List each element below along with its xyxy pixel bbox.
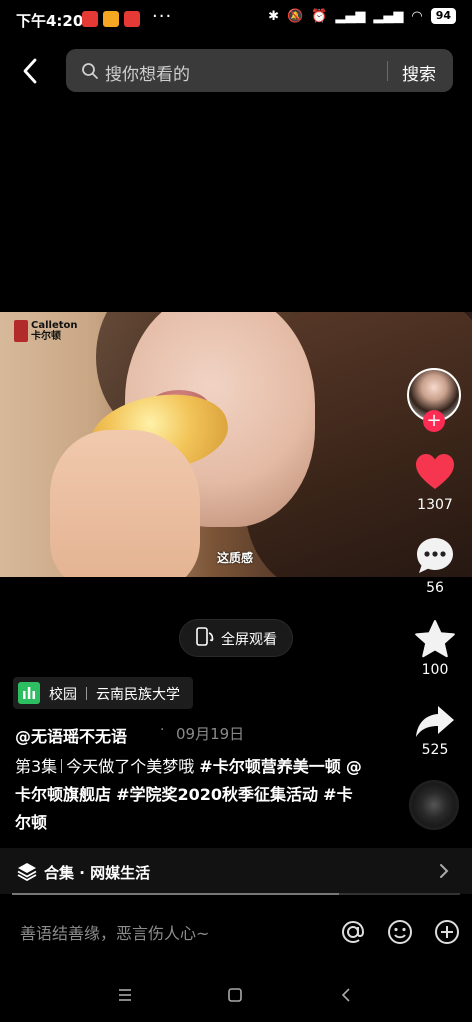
signal-icon-2: ▂▄▆ [373,8,404,24]
hashtag-link[interactable]: #卡尔顿营养美一顿 [199,757,340,776]
episode-label[interactable]: 第3集 [15,757,57,776]
more-notifications-icon: ··· [152,6,173,27]
meta-dot: · [160,722,165,738]
share-count: 525 [421,742,449,758]
wifi-icon: ◠ [411,8,423,24]
comment-input[interactable]: 善语结善缘，恶言伤人心~ [20,920,209,944]
location-type: 校园 [49,687,77,703]
status-bar: 下午4:20 ··· ✱ 🔕 ⏰ ▂▄▆ ▂▄▆ ◠ 94 [0,0,472,40]
author-name[interactable]: @无语瑶不无语 [15,723,127,747]
location-name: 云南民族大学 [96,687,180,703]
post-description: 第3集 今天做了个美梦哦 #卡尔顿营养美一顿 @卡尔顿旗舰店 #学院奖2020秋季… [15,753,365,837]
search-icon [82,63,98,79]
mention-at-icon[interactable] [338,917,368,947]
video-player[interactable]: Calleton 卡尔顿 这质感 [0,312,472,577]
app-icon-1 [82,11,98,27]
description-text: 今天做了个美梦哦 [66,757,195,776]
notification-app-icons [82,11,140,27]
campus-icon [18,682,40,704]
share-arrow-icon[interactable] [413,700,457,744]
add-circle-icon[interactable] [432,917,462,947]
like-count: 1307 [417,497,453,513]
bluetooth-icon: ✱ [268,8,279,24]
search-divider [387,61,388,81]
battery-level: 94 [430,8,456,24]
back-arrow-icon[interactable] [16,56,46,86]
favorite-star-icon[interactable] [413,618,457,662]
collection-label: 合集 · 网媒生活 [44,864,151,882]
video-subtitle: 这质感 [217,551,254,565]
video-progress-fill [12,893,340,895]
favorite-count: 100 [421,662,449,678]
comment-icon[interactable] [413,534,457,578]
hashtag-link[interactable]: #学院奖2020秋季征集活动 [116,785,318,804]
system-nav-bar [0,970,472,1022]
alarm-icon: ⏰ [311,8,328,24]
brand-emblem-icon [14,320,28,342]
brand-logo: Calleton 卡尔顿 [14,320,78,342]
menu-icon[interactable] [116,986,134,1004]
app-icon-2 [103,11,119,27]
system-icons: ✱ 🔕 ⏰ ▂▄▆ ▂▄▆ ◠ 94 [268,8,456,24]
rotate-screen-icon [196,627,214,646]
comment-count: 56 [426,580,444,596]
like-heart-icon[interactable] [413,450,457,494]
episode-divider [61,759,63,773]
search-input[interactable]: 搜你想看的 [105,60,190,85]
location-divider [86,687,87,700]
fullscreen-label: 全屏观看 [221,632,277,648]
brand-logo-text: Calleton 卡尔顿 [31,320,78,342]
app-icon-3 [124,11,140,27]
status-time: 下午4:20 [16,12,84,30]
emoji-icon[interactable] [385,917,415,947]
video-scene-hand [50,430,200,577]
nav-back-icon[interactable] [337,986,355,1004]
chevron-right-icon[interactable] [437,861,451,881]
home-icon[interactable] [226,986,244,1004]
search-button[interactable]: 搜索 [402,60,436,85]
mute-icon: 🔕 [286,8,304,24]
post-date: 09月19日 [176,725,245,743]
signal-icon: ▂▄▆ [335,8,366,24]
layers-icon [17,863,37,881]
music-disc[interactable] [409,780,459,830]
follow-plus-button[interactable]: + [423,410,445,432]
